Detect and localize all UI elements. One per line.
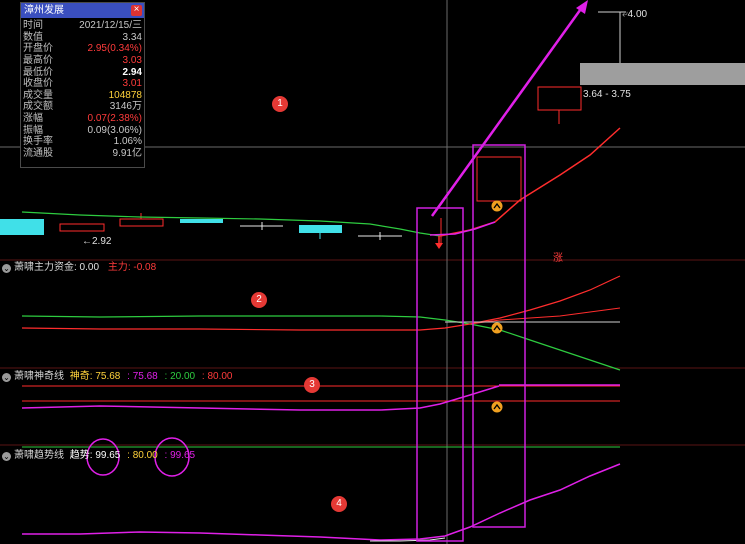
candle-bull	[59, 223, 105, 232]
candle-future	[476, 156, 522, 202]
shenqi-magenta-line	[21, 385, 500, 411]
indicator-header-trend: ⌄ 萧啸趋势线 趋势: 99.65 : 80.00 : 99.65	[2, 450, 196, 461]
highlight-box-left	[416, 207, 464, 542]
indicator-header-main-fund: ⌄ 萧啸主力资金: 0.00 主力: -0.08	[2, 262, 157, 273]
info-row: 最高价 3.03	[23, 55, 142, 67]
candle-bull	[119, 218, 164, 227]
info-row: 时间 2021/12/15/三	[23, 20, 142, 32]
candle-bear	[180, 219, 223, 223]
chevron-down-icon[interactable]: ⌄	[2, 373, 11, 382]
trend-arrow-line	[430, 5, 585, 217]
annotation-badge-1: 1	[272, 96, 288, 112]
info-table: 时间 2021/12/15/三 数值 3.34 开盘价 2.95(0.34%) 最高价…	[21, 20, 144, 159]
annotation-badge-2: 2	[251, 292, 267, 308]
info-row: 换手率 1.06%	[23, 136, 142, 148]
low-price-label: ←2.92	[82, 236, 112, 247]
candle-bear	[0, 219, 44, 235]
up-arrow-circle-icon	[491, 200, 503, 212]
info-row: 成交量 104878	[23, 89, 142, 101]
candle-bear	[299, 225, 342, 233]
info-row: 流通股 9.91亿	[23, 147, 142, 159]
info-row: 振幅 0.09(3.06%)	[23, 124, 142, 136]
info-row: 收盘价 3.01	[23, 78, 142, 90]
chevron-down-icon[interactable]: ⌄	[2, 264, 11, 273]
zhang-label: 涨	[553, 253, 563, 264]
info-row: 成交额 3146万	[23, 101, 142, 113]
ma-red-line	[439, 127, 621, 237]
info-row: 数值 3.34	[23, 31, 142, 43]
info-row: 最低价 2.94	[23, 66, 142, 78]
info-row: 涨幅 0.07(2.38%)	[23, 113, 142, 125]
info-row: 开盘价 2.95(0.34%)	[23, 43, 142, 55]
annotation-badge-4: 4	[331, 496, 347, 512]
up-arrow-circle-icon	[491, 322, 503, 334]
close-icon[interactable]: ×	[131, 5, 142, 16]
resistance-zone	[580, 63, 745, 85]
indicator-header-shenqi: ⌄ 萧啸神奇线 神奇: 75.68 : 75.68 : 20.00 : 80.00	[2, 371, 233, 382]
info-panel: 漳州发展 × 时间 2021/12/15/三 数值 3.34 开盘价 2.95(0.3…	[20, 2, 145, 168]
target-price-label: ⤶4.00	[622, 9, 648, 20]
chevron-down-icon[interactable]: ⌄	[2, 452, 11, 461]
trend-magenta-line	[22, 463, 621, 541]
up-arrow-circle-icon	[491, 401, 503, 413]
range-label: 3.64 - 3.75	[583, 89, 631, 100]
down-arrow-icon	[435, 243, 443, 249]
info-panel-title: 漳州发展	[21, 3, 144, 18]
annotation-badge-3: 3	[304, 377, 320, 393]
candle-target	[537, 86, 582, 111]
fund-green-line	[21, 315, 621, 371]
